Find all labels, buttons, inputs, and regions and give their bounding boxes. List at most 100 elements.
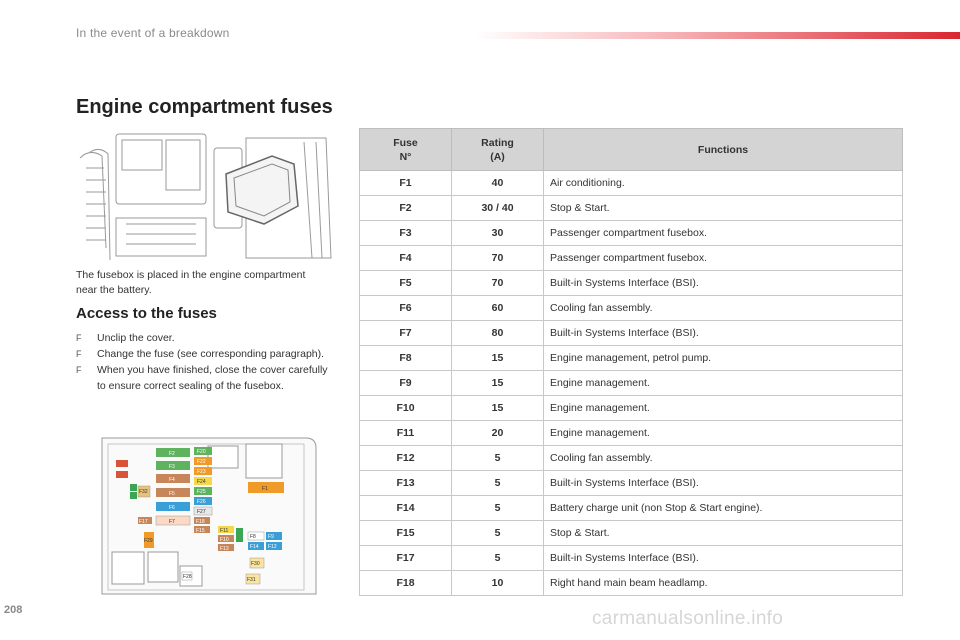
svg-text:F7: F7 xyxy=(169,519,175,525)
fuse-function: Stop & Start. xyxy=(543,520,903,546)
fuse-number: F18 xyxy=(359,570,452,596)
fuse-rating: 60 xyxy=(451,295,544,321)
table-row: F15 5 Stop & Start. xyxy=(359,520,903,546)
svg-text:F17: F17 xyxy=(139,519,148,525)
fuse-function: Built-in Systems Interface (BSI). xyxy=(543,470,903,496)
svg-text:F8: F8 xyxy=(250,534,256,540)
list-item: F Change the fuse (see corresponding para… xyxy=(76,346,331,362)
svg-text:F20: F20 xyxy=(197,449,206,455)
fuse-number: F13 xyxy=(359,470,452,496)
svg-text:F2: F2 xyxy=(169,451,175,457)
fuse-number: F1 xyxy=(359,170,452,196)
svg-text:F9: F9 xyxy=(268,534,274,540)
svg-text:F28: F28 xyxy=(183,574,192,580)
fuse-rating: 80 xyxy=(451,320,544,346)
svg-text:F1: F1 xyxy=(262,486,268,492)
svg-text:F3: F3 xyxy=(169,464,175,470)
fuse-rating: 5 xyxy=(451,445,544,471)
svg-text:F5: F5 xyxy=(169,491,175,497)
header-functions: Functions xyxy=(543,128,903,171)
table-row: F17 5 Built-in Systems Interface (BSI). xyxy=(359,545,903,571)
table-row: F12 5 Cooling fan assembly. xyxy=(359,445,903,471)
svg-text:F15: F15 xyxy=(196,528,205,534)
svg-text:F30: F30 xyxy=(251,561,260,567)
fuse-number: F12 xyxy=(359,445,452,471)
table-row: F10 15 Engine management. xyxy=(359,395,903,421)
table-row: F8 15 Engine management, petrol pump. xyxy=(359,345,903,371)
fuse-number: F8 xyxy=(359,345,452,371)
fuse-number: F11 xyxy=(359,420,452,446)
table-row: F7 80 Built-in Systems Interface (BSI). xyxy=(359,320,903,346)
svg-text:F12: F12 xyxy=(268,544,277,550)
fuse-number: F2 xyxy=(359,195,452,221)
fuse-function: Battery charge unit (non Stop & Start en… xyxy=(543,495,903,521)
fuse-number: F15 xyxy=(359,520,452,546)
step-text: When you have finished, close the cover … xyxy=(97,364,328,392)
svg-text:F11: F11 xyxy=(220,528,228,534)
fuse-rating: 5 xyxy=(451,520,544,546)
svg-text:F10: F10 xyxy=(220,537,229,543)
svg-text:F25: F25 xyxy=(197,489,206,495)
step-text: Change the fuse (see corresponding parag… xyxy=(97,348,325,360)
fuse-rating: 5 xyxy=(451,470,544,496)
table-row: F11 20 Engine management. xyxy=(359,420,903,446)
header-accent-bar xyxy=(475,32,960,39)
svg-text:F14: F14 xyxy=(250,544,259,550)
fuse-function: Passenger compartment fusebox. xyxy=(543,245,903,271)
fuse-number: F3 xyxy=(359,220,452,246)
svg-text:F26: F26 xyxy=(197,499,206,505)
table-row: F14 5 Battery charge unit (non Stop & Star… xyxy=(359,495,903,521)
fuse-table: Fuse N° Rating (A) Functions F1 40 Air condi… xyxy=(359,128,903,596)
fuse-function: Built-in Systems Interface (BSI). xyxy=(543,270,903,296)
table-row: F2 30 / 40 Stop & Start. xyxy=(359,195,903,221)
table-row: F3 30 Passenger compartment fusebox. xyxy=(359,220,903,246)
fuse-function: Built-in Systems Interface (BSI). xyxy=(543,545,903,571)
table-row: F13 5 Built-in Systems Interface (BSI). xyxy=(359,470,903,496)
fuse-number: F9 xyxy=(359,370,452,396)
svg-text:F13: F13 xyxy=(220,546,229,552)
checkbox-bullet-icon: F xyxy=(76,333,82,343)
fuse-rating: 30 xyxy=(451,220,544,246)
fuse-rating: 40 xyxy=(451,170,544,196)
fuse-rating: 30 / 40 xyxy=(451,195,544,221)
svg-text:F18: F18 xyxy=(196,519,205,525)
fuse-number: F17 xyxy=(359,545,452,571)
step-text: Unclip the cover. xyxy=(97,332,175,344)
intro-text: The fusebox is placed in the engine comp… xyxy=(76,269,306,296)
access-steps-list: F Unclip the cover. F Change the fuse (see… xyxy=(76,330,331,394)
svg-text:F32: F32 xyxy=(139,489,148,495)
fuse-number: F6 xyxy=(359,295,452,321)
list-item: F Unclip the cover. xyxy=(76,330,331,346)
fuse-function: Engine management. xyxy=(543,420,903,446)
fuse-rating: 70 xyxy=(451,270,544,296)
header-rating: Rating (A) xyxy=(451,128,544,171)
fuse-function: Built-in Systems Interface (BSI). xyxy=(543,320,903,346)
fuse-rating: 5 xyxy=(451,495,544,521)
fuse-number: F4 xyxy=(359,245,452,271)
section-header: In the event of a breakdown xyxy=(76,26,230,40)
fuse-number: F14 xyxy=(359,495,452,521)
fuse-function: Stop & Start. xyxy=(543,195,903,221)
page-title: Engine compartment fuses xyxy=(76,96,333,118)
svg-text:F27: F27 xyxy=(197,509,206,515)
fuse-number: F5 xyxy=(359,270,452,296)
svg-text:F24: F24 xyxy=(197,479,206,485)
fuse-number: F10 xyxy=(359,395,452,421)
fuse-rating: 70 xyxy=(451,245,544,271)
table-header-row: Fuse N° Rating (A) Functions xyxy=(359,128,903,171)
list-item: F When you have finished, close the cover… xyxy=(76,362,331,394)
fuse-function: Engine management, petrol pump. xyxy=(543,345,903,371)
checkbox-bullet-icon: F xyxy=(76,365,82,375)
access-title: Access to the fuses xyxy=(76,305,217,322)
page-number: 208 xyxy=(4,604,23,616)
fuse-function: Right hand main beam headlamp. xyxy=(543,570,903,596)
fuse-rating: 20 xyxy=(451,420,544,446)
table-row: F5 70 Built-in Systems Interface (BSI). xyxy=(359,270,903,296)
svg-text:F31: F31 xyxy=(247,577,256,583)
fuse-rating: 15 xyxy=(451,370,544,396)
table-row: F18 10 Right hand main beam headlamp. xyxy=(359,570,903,596)
fuse-function: Air conditioning. xyxy=(543,170,903,196)
fuse-function: Cooling fan assembly. xyxy=(543,295,903,321)
fuse-function: Passenger compartment fusebox. xyxy=(543,220,903,246)
svg-text:F29: F29 xyxy=(144,538,153,544)
